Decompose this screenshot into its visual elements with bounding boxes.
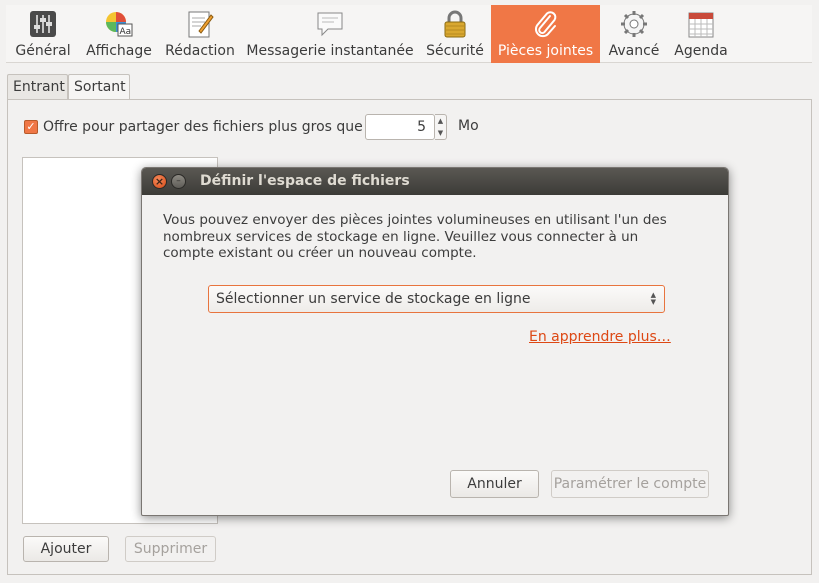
tab-outgoing[interactable]: Sortant [68, 74, 130, 101]
storage-service-select[interactable]: Sélectionner un service de stockage en l… [208, 285, 665, 313]
toolbar-item-calendar[interactable]: Agenda [668, 5, 734, 63]
toolbar-item-attachments[interactable]: Pièces jointes [491, 5, 600, 63]
svg-text:Aa: Aa [120, 27, 132, 37]
toolbar-item-security[interactable]: Sécurité [418, 5, 492, 63]
setup-account-button[interactable]: Paramétrer le compte [551, 470, 709, 498]
lock-icon [444, 10, 466, 38]
toolbar-label-calendar: Agenda [674, 43, 728, 59]
toolbar-label-chat: Messagerie instantanée [246, 43, 414, 59]
offer-label: Offre pour partager des fichiers plus gr… [43, 119, 363, 135]
toolbar-item-advanced[interactable]: Avancé [600, 5, 668, 63]
offer-checkbox[interactable]: ✓ [24, 120, 38, 134]
size-unit-label: Mo [458, 118, 479, 134]
display-icon: Aa [106, 12, 133, 37]
toolbar-item-general[interactable]: Général [6, 5, 80, 63]
storage-service-select-value: Sélectionner un service de stockage en l… [216, 291, 531, 307]
learn-more-link[interactable]: En apprendre plus… [529, 329, 671, 345]
gear-icon [621, 11, 647, 37]
toolbar-label-advanced: Avancé [608, 43, 660, 59]
toolbar-label-display: Affichage [86, 43, 152, 59]
sliders-icon [30, 11, 56, 37]
toolbar-label-general: Général [15, 43, 71, 59]
spin-up-icon[interactable]: ▲ [435, 115, 446, 127]
spin-down-icon[interactable]: ▼ [435, 127, 446, 139]
chat-icon [317, 12, 343, 37]
size-threshold-input[interactable]: 5 [365, 114, 435, 140]
dialog-title: Définir l'espace de fichiers [200, 173, 410, 189]
compose-icon [188, 11, 214, 38]
close-icon[interactable]: × [152, 174, 167, 189]
size-spinner[interactable]: ▲ ▼ [435, 114, 447, 140]
tab-incoming[interactable]: Entrant [7, 74, 68, 100]
dialog-titlebar[interactable]: × – Définir l'espace de fichiers [142, 168, 728, 195]
cancel-button[interactable]: Annuler [450, 470, 539, 498]
chevron-updown-icon: ▲ ▼ [650, 291, 656, 306]
dialog-description: Vous pouvez envoyer des pièces jointes v… [163, 212, 667, 261]
toolbar-label-attachments: Pièces jointes [497, 43, 594, 59]
offer-row: ✓ Offre pour partager des fichiers plus … [24, 114, 494, 140]
toolbar-label-composition: Rédaction [165, 43, 235, 59]
calendar-icon [688, 12, 714, 38]
toolbar-item-display[interactable]: Aa Affichage [80, 5, 158, 63]
minimize-icon[interactable]: – [171, 174, 186, 189]
toolbar-item-composition[interactable]: Rédaction [158, 5, 242, 63]
paperclip-icon [534, 11, 556, 38]
toolbar-item-chat[interactable]: Messagerie instantanée [242, 5, 418, 63]
preferences-toolbar: Général Aa Affichage Rédaction Messageri… [6, 5, 812, 63]
setup-filelink-dialog: × – Définir l'espace de fichiers Vous po… [141, 167, 729, 516]
add-button[interactable]: Ajouter [23, 536, 109, 562]
remove-button[interactable]: Supprimer [125, 536, 216, 562]
toolbar-label-security: Sécurité [426, 43, 484, 59]
